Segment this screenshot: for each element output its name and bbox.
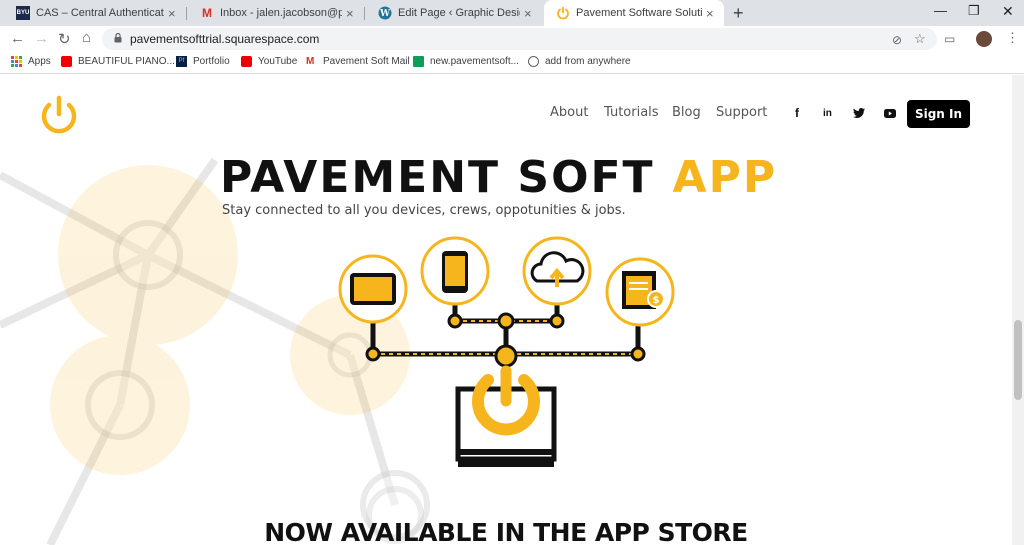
youtube-icon	[61, 56, 72, 67]
menu-icon[interactable]: ⋮	[1006, 30, 1019, 46]
app-store-heading: NOW AVAILABLE IN THE APP STORE	[264, 518, 748, 545]
browser-toolbar: ← → ↻ ⌂ pavementsofttrial.squarespace.co…	[0, 26, 1024, 52]
svg-text:W: W	[379, 9, 391, 19]
sign-in-button[interactable]: Sign In	[907, 100, 970, 128]
byu-icon: BYU	[16, 6, 30, 20]
gmail-icon: M	[306, 56, 315, 67]
address-bar[interactable]: pavementsofttrial.squarespace.com ⊘ ☆	[102, 28, 937, 50]
hero-title: PAVEMENT SOFT APP	[220, 152, 777, 203]
bookmark-youtube[interactable]: YouTube	[241, 56, 297, 67]
bookmark-add-from-anywhere[interactable]: add from anywhere	[528, 56, 631, 67]
restore-icon[interactable]: ❐	[968, 3, 980, 19]
youtube-icon[interactable]	[884, 109, 896, 118]
nav-about[interactable]: About	[550, 105, 588, 120]
tab-cas[interactable]: BYU CAS – Central Authentication Se ×	[4, 0, 186, 26]
close-icon[interactable]: ×	[524, 6, 534, 21]
bookmark-apps[interactable]: Apps	[11, 56, 51, 67]
hero-title-accent: APP	[672, 152, 778, 203]
reload-icon[interactable]: ↻	[58, 30, 71, 48]
bookmark-piano[interactable]: BEAUTIFUL PIANO...	[61, 56, 175, 67]
close-icon[interactable]: ×	[346, 6, 356, 21]
hero-title-main: PAVEMENT SOFT	[220, 152, 655, 203]
back-icon[interactable]: ←	[10, 30, 25, 47]
cookie-block-icon[interactable]: ⊘	[892, 33, 902, 47]
power-icon	[556, 6, 570, 20]
nav-blog[interactable]: Blog	[672, 105, 701, 120]
cloud-upload-bubble	[522, 236, 592, 306]
page-scrollbar[interactable]	[1012, 75, 1024, 545]
monitor-power-icon	[455, 365, 557, 467]
tab-strip: BYU CAS – Central Authentication Se × M …	[0, 0, 1024, 26]
url-text: pavementsofttrial.squarespace.com	[130, 32, 320, 46]
scrollbar-thumb[interactable]	[1014, 320, 1022, 400]
svg-text:$: $	[653, 295, 660, 306]
facebook-icon[interactable]: f	[795, 106, 799, 120]
phone-bubble	[420, 236, 490, 306]
profile-avatar[interactable]	[976, 31, 992, 47]
forward-icon[interactable]: →	[34, 30, 49, 47]
bookmarks-bar: Apps BEAUTIFUL PIANO... Pf Portfolio You…	[0, 52, 1024, 74]
window-close-icon[interactable]: ✕	[1002, 3, 1014, 20]
web-page: $ About Tutorials Blog Support f in Sign…	[0, 75, 1012, 545]
bookmark-pavement-mail[interactable]: M Pavement Soft Mail	[306, 56, 410, 67]
nav-support[interactable]: Support	[716, 105, 767, 120]
extension-icon[interactable]: ▭	[944, 32, 955, 46]
minimize-icon[interactable]: —	[934, 3, 947, 18]
wordpress-icon: W	[378, 6, 392, 20]
gmail-icon: M	[202, 6, 212, 20]
globe-icon	[528, 56, 539, 67]
tab-pavement-active[interactable]: Pavement Software Solutions ×	[544, 0, 724, 26]
lock-icon	[114, 33, 122, 43]
portfolio-icon: Pf	[176, 56, 187, 67]
apps-grid-icon	[11, 56, 22, 67]
tab-inbox[interactable]: M Inbox - jalen.jacobson@paveme ×	[188, 0, 364, 26]
linkedin-icon[interactable]: in	[823, 108, 832, 119]
bookmark-new-pavementsoft[interactable]: new.pavementsoft...	[413, 56, 519, 67]
new-tab-button[interactable]: +	[733, 3, 744, 24]
hero-tagline: Stay connected to all you devices, crews…	[222, 203, 626, 218]
tablet-bubble	[338, 254, 408, 324]
invoice-bubble: $	[605, 257, 675, 327]
tab-edit-page[interactable]: W Edit Page ‹ Graphic Design Intern ×	[366, 0, 542, 26]
logo-power-icon	[41, 95, 77, 134]
bookmark-portfolio[interactable]: Pf Portfolio	[176, 56, 230, 67]
twitter-icon[interactable]	[853, 108, 865, 118]
home-icon[interactable]: ⌂	[82, 29, 91, 46]
hero-illustration: $	[0, 157, 675, 545]
youtube-icon	[241, 56, 252, 67]
bookmark-star-icon[interactable]: ☆	[914, 31, 926, 47]
nav-tutorials[interactable]: Tutorials	[604, 105, 659, 120]
close-icon[interactable]: ×	[168, 6, 178, 21]
sheets-icon	[413, 56, 424, 67]
close-icon[interactable]: ×	[706, 6, 716, 21]
